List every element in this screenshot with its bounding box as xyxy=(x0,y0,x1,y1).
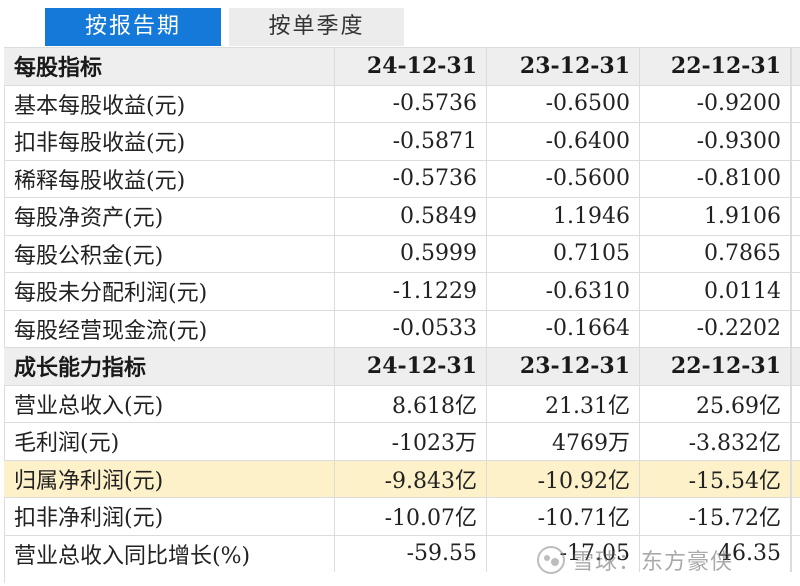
row-label: 扣非净利润(元) xyxy=(4,498,335,535)
table-row-deducted-eps: 扣非每股收益(元) -0.5871 -0.6400 -0.9300 xyxy=(4,122,800,160)
row-label: 每股净资产(元) xyxy=(4,198,335,235)
per-share-header-row: 每股指标 24-12-31 23-12-31 22-12-31 xyxy=(4,47,800,85)
growth-header-row: 成长能力指标 24-12-31 23-12-31 22-12-31 xyxy=(4,347,800,385)
row-value-2: 21.31亿 xyxy=(487,385,640,422)
row-value-3: 25.69亿 xyxy=(640,385,792,422)
row-label: 营业总收入(元) xyxy=(4,385,335,422)
row-label: 基本每股收益(元) xyxy=(4,85,335,122)
row-label: 每股经营现金流(元) xyxy=(4,310,335,347)
row-value-3: -0.9200 xyxy=(640,85,792,122)
table-row-deducted-net-profit: 扣非净利润(元) -10.07亿 -10.71亿 -15.72亿 xyxy=(4,497,800,535)
row-value-1: -0.0533 xyxy=(335,310,487,347)
financial-indicators-table: 每股指标 24-12-31 23-12-31 22-12-31 基本每股收益(元… xyxy=(4,47,800,572)
table-row-undistributed-profit-per-share: 每股未分配利润(元) -1.1229 -0.6310 0.0114 xyxy=(4,272,800,310)
row-value-1: -0.5736 xyxy=(335,160,487,197)
tab-by-report-period[interactable]: 按报告期 xyxy=(45,8,221,46)
row-value-2: -10.92亿 xyxy=(487,460,640,497)
growth-section-title: 成长能力指标 xyxy=(4,348,335,385)
table-row-basic-eps: 基本每股收益(元) -0.5736 -0.6500 -0.9200 xyxy=(4,84,800,122)
table-row-revenue-yoy-growth: 营业总收入同比增长(%) -59.55 -17.05 46.35 xyxy=(4,534,800,572)
tab-by-single-quarter[interactable]: 按单季度 xyxy=(229,8,404,46)
row-label: 稀释每股收益(元) xyxy=(4,160,335,197)
row-value-3: -15.54亿 xyxy=(640,460,792,497)
row-value-2: -17.05 xyxy=(487,535,640,572)
table-row-operating-cashflow-per-share: 每股经营现金流(元) -0.0533 -0.1664 -0.2202 xyxy=(4,309,800,347)
row-label: 每股公积金(元) xyxy=(4,235,335,272)
row-label: 归属净利润(元) xyxy=(4,460,335,497)
table-row-capital-reserve-per-share: 每股公积金(元) 0.5999 0.7105 0.7865 xyxy=(4,234,800,272)
row-value-1: -10.07亿 xyxy=(335,498,487,535)
row-value-1: -9.843亿 xyxy=(335,460,487,497)
row-value-2: -0.5600 xyxy=(487,160,640,197)
period-header-3: 22-12-31 xyxy=(640,48,792,85)
row-label: 毛利润(元) xyxy=(4,423,335,460)
row-value-3: -0.2202 xyxy=(640,310,792,347)
row-value-1: -1023万 xyxy=(335,423,487,460)
table-row-net-profit-attributable: 归属净利润(元) -9.843亿 -10.92亿 -15.54亿 xyxy=(4,459,800,497)
period-header-2: 23-12-31 xyxy=(487,48,640,85)
row-value-2: -0.6500 xyxy=(487,85,640,122)
table-row-diluted-eps: 稀释每股收益(元) -0.5736 -0.5600 -0.8100 xyxy=(4,159,800,197)
row-label: 扣非每股收益(元) xyxy=(4,123,335,160)
period-header-2: 23-12-31 xyxy=(487,348,640,385)
per-share-section-title: 每股指标 xyxy=(4,48,335,85)
row-value-2: 0.7105 xyxy=(487,235,640,272)
row-value-2: 4769万 xyxy=(487,423,640,460)
row-value-3: -15.72亿 xyxy=(640,498,792,535)
table-row-total-revenue: 营业总收入(元) 8.618亿 21.31亿 25.69亿 xyxy=(4,384,800,422)
table-row-net-assets-per-share: 每股净资产(元) 0.5849 1.1946 1.9106 xyxy=(4,197,800,235)
row-value-2: -0.6310 xyxy=(487,273,640,310)
period-header-3: 22-12-31 xyxy=(640,348,792,385)
row-value-1: -0.5736 xyxy=(335,85,487,122)
row-value-3: 0.0114 xyxy=(640,273,792,310)
row-value-2: -10.71亿 xyxy=(487,498,640,535)
table-row-gross-profit: 毛利润(元) -1023万 4769万 -3.832亿 xyxy=(4,422,800,460)
row-value-3: 1.9106 xyxy=(640,198,792,235)
period-header-1: 24-12-31 xyxy=(335,348,487,385)
row-value-1: 0.5999 xyxy=(335,235,487,272)
row-value-3: -3.832亿 xyxy=(640,423,792,460)
row-value-3: -0.8100 xyxy=(640,160,792,197)
row-value-2: -0.6400 xyxy=(487,123,640,160)
row-value-1: -0.5871 xyxy=(335,123,487,160)
row-value-3: 0.7865 xyxy=(640,235,792,272)
row-value-1: 0.5849 xyxy=(335,198,487,235)
row-label: 营业总收入同比增长(%) xyxy=(4,535,335,572)
period-header-1: 24-12-31 xyxy=(335,48,487,85)
row-value-3: -0.9300 xyxy=(640,123,792,160)
row-value-3: 46.35 xyxy=(640,535,792,572)
row-label: 每股未分配利润(元) xyxy=(4,273,335,310)
row-value-1: -1.1229 xyxy=(335,273,487,310)
row-value-1: 8.618亿 xyxy=(335,385,487,422)
period-tab-bar: 按报告期 按单季度 xyxy=(0,0,800,46)
row-value-2: -0.1664 xyxy=(487,310,640,347)
row-value-2: 1.1946 xyxy=(487,198,640,235)
row-value-1: -59.55 xyxy=(335,535,487,572)
